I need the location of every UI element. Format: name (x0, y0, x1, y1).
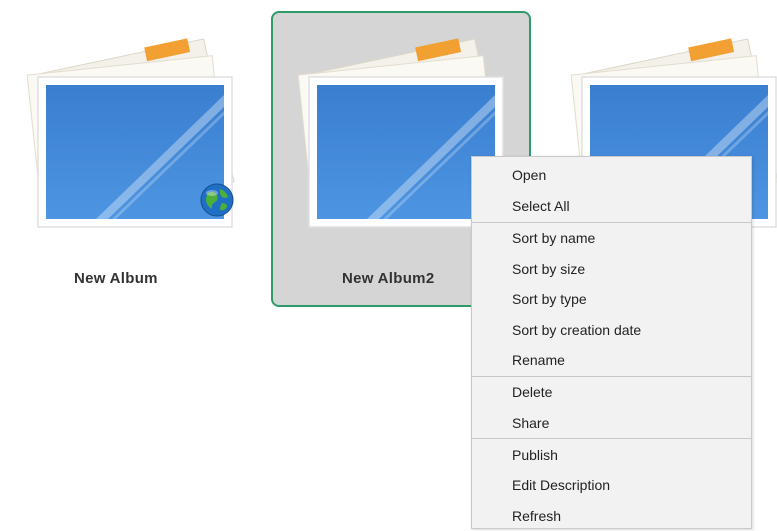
menu-item-delete[interactable]: Delete (472, 377, 751, 407)
menu-item-share[interactable]: Share (472, 408, 751, 438)
menu-item-sort-by-creation-date[interactable]: Sort by creation date (472, 315, 751, 345)
album-item[interactable]: New Album (12, 35, 242, 305)
menu-item-publish[interactable]: Publish (472, 440, 751, 470)
menu-item-edit-description[interactable]: Edit Description (472, 470, 751, 500)
menu-item-open[interactable]: Open (472, 160, 751, 190)
context-menu: Open Select All Sort by name Sort by siz… (471, 156, 752, 529)
menu-item-refresh[interactable]: Refresh (472, 501, 751, 531)
menu-item-rename[interactable]: Rename (472, 345, 751, 375)
menu-item-sort-by-type[interactable]: Sort by type (472, 284, 751, 314)
album-label: New Album2 (342, 270, 435, 287)
album-label: New Album (74, 270, 158, 287)
menu-separator (472, 438, 751, 439)
menu-item-sort-by-size[interactable]: Sort by size (472, 254, 751, 284)
globe-icon (200, 183, 234, 217)
menu-item-sort-by-name[interactable]: Sort by name (472, 223, 751, 253)
menu-item-select-all[interactable]: Select All (472, 191, 751, 221)
